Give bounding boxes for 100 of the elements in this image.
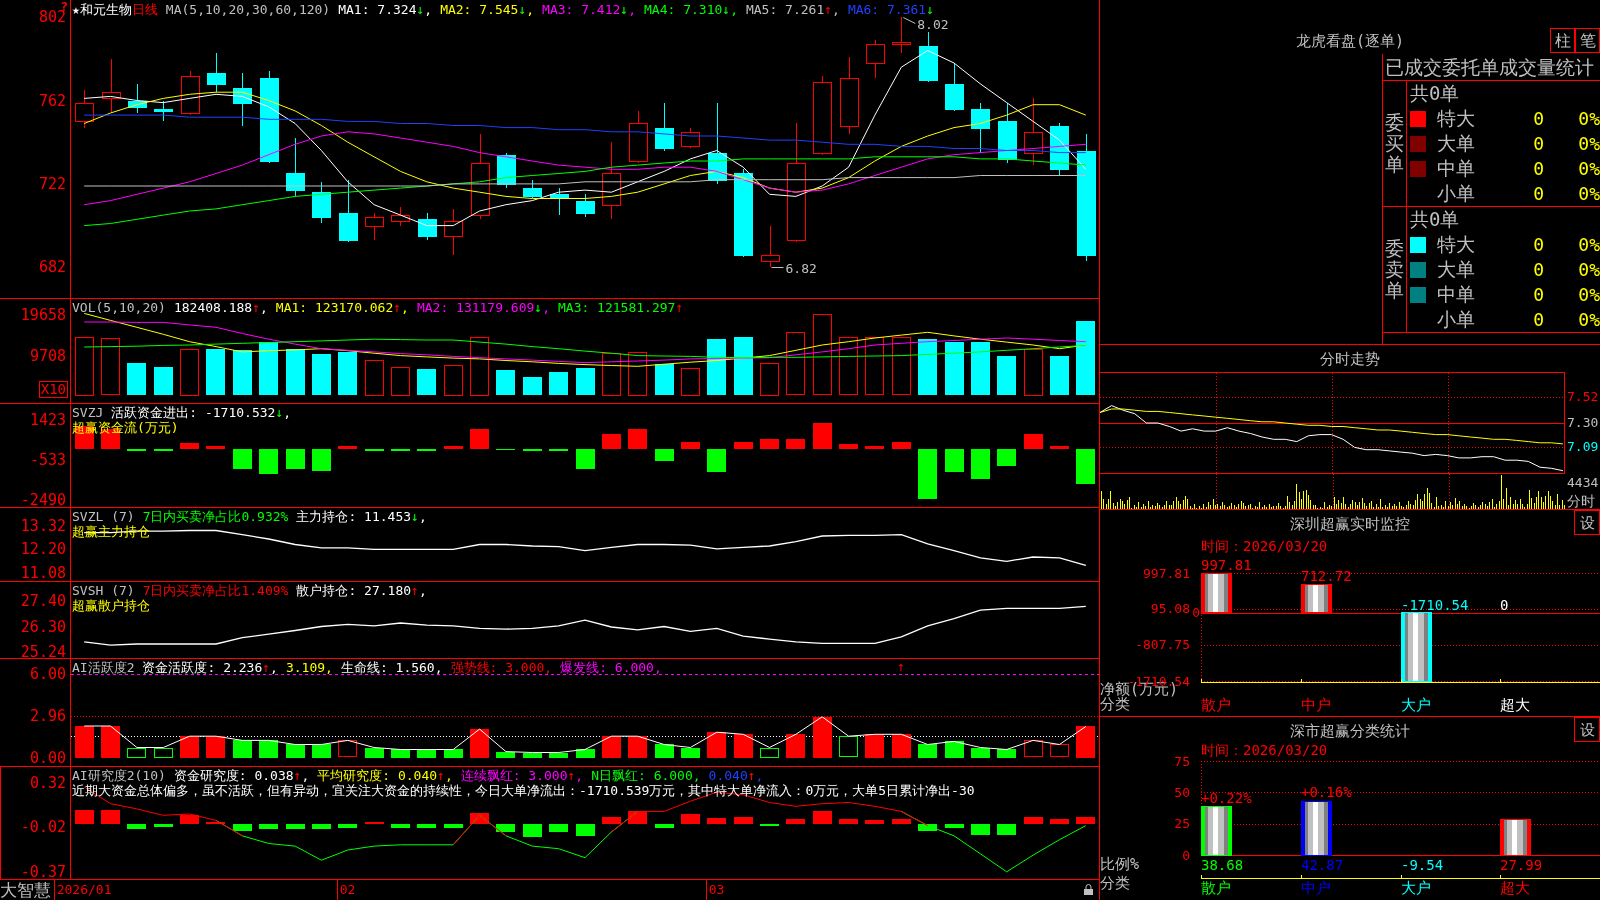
scale-label: 4434: [1567, 476, 1599, 490]
axis-label: -0.37: [20, 863, 66, 880]
panel-title: 分时走势: [1320, 350, 1380, 368]
legend-text: 散户持仓: 27.180↑,: [296, 583, 427, 598]
axis-label: 25: [1174, 816, 1190, 832]
percent-value: 0%: [1578, 158, 1600, 179]
axis-label: 6.00: [29, 666, 66, 682]
legend-text: 182408.188↑,: [173, 300, 268, 315]
legend-text: 0.040↑,: [708, 768, 764, 783]
axis-title: 分类: [1100, 876, 1131, 891]
legend-text: 平均研究度: 0.040↑,: [317, 768, 453, 783]
legend-text: MA2: 7.545↓,: [440, 2, 535, 17]
axis-label: 11.08: [20, 565, 66, 582]
indicator-name: AI活跃度2: [72, 660, 135, 675]
reference-label: 0: [1192, 605, 1200, 621]
axis-label: 9708: [29, 347, 66, 364]
app-name: 大智慧: [0, 880, 51, 900]
axis-title: 分类: [1100, 697, 1130, 712]
legend-text: MA2: 131179.609↓,: [416, 300, 550, 315]
legend-text: N日飘红: 6.000,: [591, 768, 701, 783]
legend-text: 7日内买卖净占比0.932%: [142, 509, 289, 524]
indicator-name: SVZL (7): [72, 509, 135, 524]
axis-label: 95.08: [1150, 601, 1190, 617]
percent-value: 0%: [1578, 183, 1600, 204]
legend-text: 资金研究度: 0.038↑,: [173, 768, 310, 783]
panel-title: 龙虎看盘(逐单): [1295, 32, 1405, 50]
count-value: 0: [1533, 309, 1544, 330]
legend-text: 超赢散户持仓: [72, 598, 150, 613]
category-label: 散户: [1201, 879, 1231, 897]
legend-text: 生命线: 1.560,: [340, 660, 443, 675]
section-label: 委卖单: [1385, 238, 1404, 301]
change-label: +0.22%: [1201, 789, 1252, 806]
row-label: 大单: [1437, 131, 1475, 156]
count-value: 0: [1533, 133, 1544, 154]
stock-title: ★和元生物 日线: [72, 2, 158, 17]
row-label: 小单: [1437, 181, 1475, 206]
axis-label: 7.52: [1567, 390, 1599, 405]
axis-label: 762: [38, 92, 66, 109]
axis-title: 比例%: [1100, 857, 1141, 872]
axis-label: 2.96: [29, 708, 66, 725]
percent-value: 0%: [1578, 259, 1600, 280]
axis-label: 27.40: [20, 593, 66, 610]
axis-label: 0: [1182, 847, 1190, 863]
signal-arrow: ↑: [897, 659, 906, 674]
axis-label: 802: [38, 9, 66, 26]
legend-text: 活跃资金进出: -1710.532↓,: [111, 405, 292, 420]
axis-label: 75: [1174, 753, 1190, 769]
legend-text: MA6: 7.361↓: [847, 2, 934, 17]
row-label: 中单: [1437, 156, 1475, 181]
percent-value: 0%: [1578, 309, 1600, 330]
axis-label: 26.30: [20, 619, 66, 636]
count-value: 0: [1533, 284, 1544, 305]
panel-title: 深市超赢分类统计: [1290, 721, 1410, 740]
axis-label: 997.81: [1143, 565, 1190, 581]
value-label: -1710.54: [1401, 596, 1469, 613]
row-label: 中单: [1437, 282, 1475, 307]
axis-label: 0.00: [29, 749, 66, 766]
legend-text: 主力持仓: 11.453↓,: [296, 509, 427, 524]
legend-text: MA1: 7.324↓,: [338, 2, 433, 17]
row-label: 大单: [1437, 257, 1475, 282]
category-label: 散户: [1201, 696, 1231, 714]
indicator-name: SVZJ: [72, 405, 104, 420]
value-label: 0: [1500, 596, 1509, 613]
axis-label: 682: [38, 259, 66, 276]
legend-text: 资金活跃度: 2.236↑,: [142, 660, 278, 675]
axis-label: 1423: [29, 411, 66, 428]
legend-text: 3.109,: [285, 660, 333, 675]
category-label: 中户: [1300, 696, 1331, 714]
panel-title: 深圳超赢实时监控: [1290, 514, 1410, 533]
count-value: 0: [1533, 259, 1544, 280]
percent-value: 0%: [1578, 108, 1600, 129]
row-label: 特大: [1437, 106, 1475, 131]
category-label: 超大: [1500, 879, 1531, 897]
category-label: 中户: [1300, 879, 1331, 897]
indicator-name: AI研究度2(10): [72, 768, 166, 783]
axis-label: 2026/01: [56, 881, 112, 899]
count-value: 0: [1533, 183, 1544, 204]
price-label: 6.82: [785, 260, 817, 276]
legend-text: MA4: 7.310↓,: [644, 2, 738, 17]
value-label: 997.81: [1201, 557, 1252, 573]
legend-text: MA5: 7.261↑,: [745, 2, 840, 17]
row-label: 特大: [1437, 232, 1475, 257]
legend-text: MA3: 7.412↓,: [542, 2, 636, 17]
count-value: 0: [1533, 234, 1544, 255]
value-label: -9.54: [1401, 857, 1444, 873]
change-label: +0.16%: [1301, 784, 1352, 801]
axis-label: -533: [29, 451, 66, 468]
axis-label: 7.09: [1567, 440, 1599, 455]
legend-text: 连续飘红: 3.000↑,: [460, 768, 584, 783]
time-label: 时间：2026/03/20: [1201, 538, 1328, 554]
row-label: 小单: [1437, 307, 1475, 332]
percent-value: 0%: [1578, 133, 1600, 154]
total-label: 共0单: [1410, 208, 1460, 230]
percent-value: 0%: [1578, 234, 1600, 255]
value-label: 27.99: [1500, 857, 1543, 873]
axis-label: 25.24: [20, 644, 66, 661]
axis-label: 50: [1174, 784, 1190, 800]
axis-title: 分时: [1567, 493, 1595, 509]
indicator-name: VOL(5,10,20): [72, 300, 166, 315]
axis-label: 19658: [20, 306, 66, 323]
